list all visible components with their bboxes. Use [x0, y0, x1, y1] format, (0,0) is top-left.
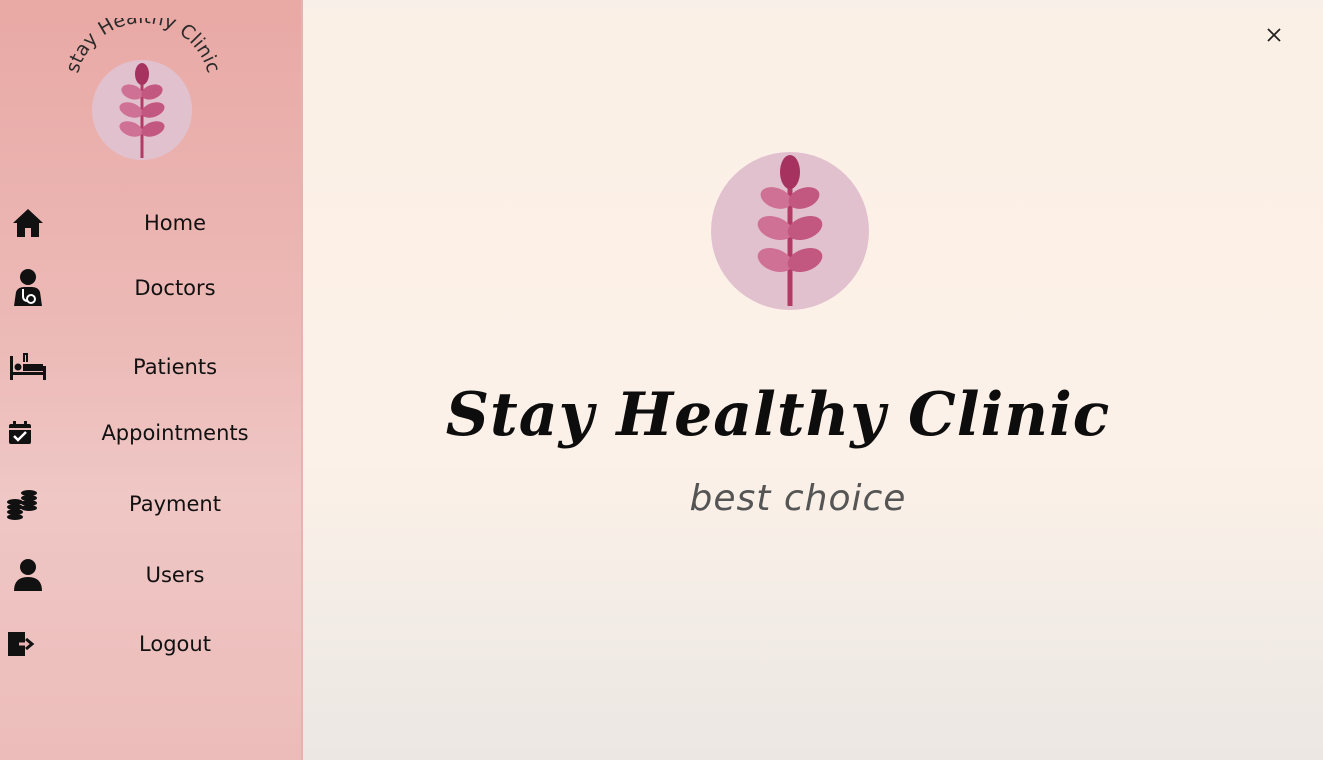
nav-item-doctors[interactable]: Doctors [0, 263, 300, 313]
nav-item-logout[interactable]: Logout [0, 619, 300, 669]
nav-label-home: Home [143, 211, 206, 235]
home-icon [8, 206, 48, 240]
logout-icon [0, 627, 40, 661]
nav-label-payment: Payment [129, 492, 221, 516]
app-tagline: best choice [689, 478, 907, 519]
calendar-check-icon [0, 416, 40, 450]
app-title: Stay Healthy Clinic [445, 380, 1111, 450]
main-panel: Stay Healthy Clinic best choice [303, 0, 1323, 760]
nav-label-users: Users [145, 563, 205, 587]
nav-item-payment[interactable]: Payment [0, 479, 300, 529]
nav-label-logout: Logout [139, 632, 211, 656]
nav-item-users[interactable]: Users [0, 550, 300, 600]
close-button[interactable] [1261, 22, 1287, 48]
coins-icon [2, 487, 42, 521]
bed-icon [8, 350, 48, 384]
user-icon [8, 558, 48, 592]
close-icon [1267, 28, 1281, 42]
nav-label-doctors: Doctors [134, 276, 216, 300]
nav-item-patients[interactable]: Patients [0, 342, 300, 392]
nav-label-patients: Patients [132, 355, 218, 379]
brand-logo: stay Healthy Clinic [62, 18, 222, 168]
sidebar: stay Healthy Clinic Home Doctors [0, 0, 303, 760]
nav-item-home[interactable]: Home [0, 198, 300, 248]
nav-label-appointments: Appointments [101, 421, 249, 445]
nav-item-appointments[interactable]: Appointments [0, 408, 300, 458]
clinic-logo [709, 150, 871, 312]
doctor-icon [8, 269, 48, 306]
